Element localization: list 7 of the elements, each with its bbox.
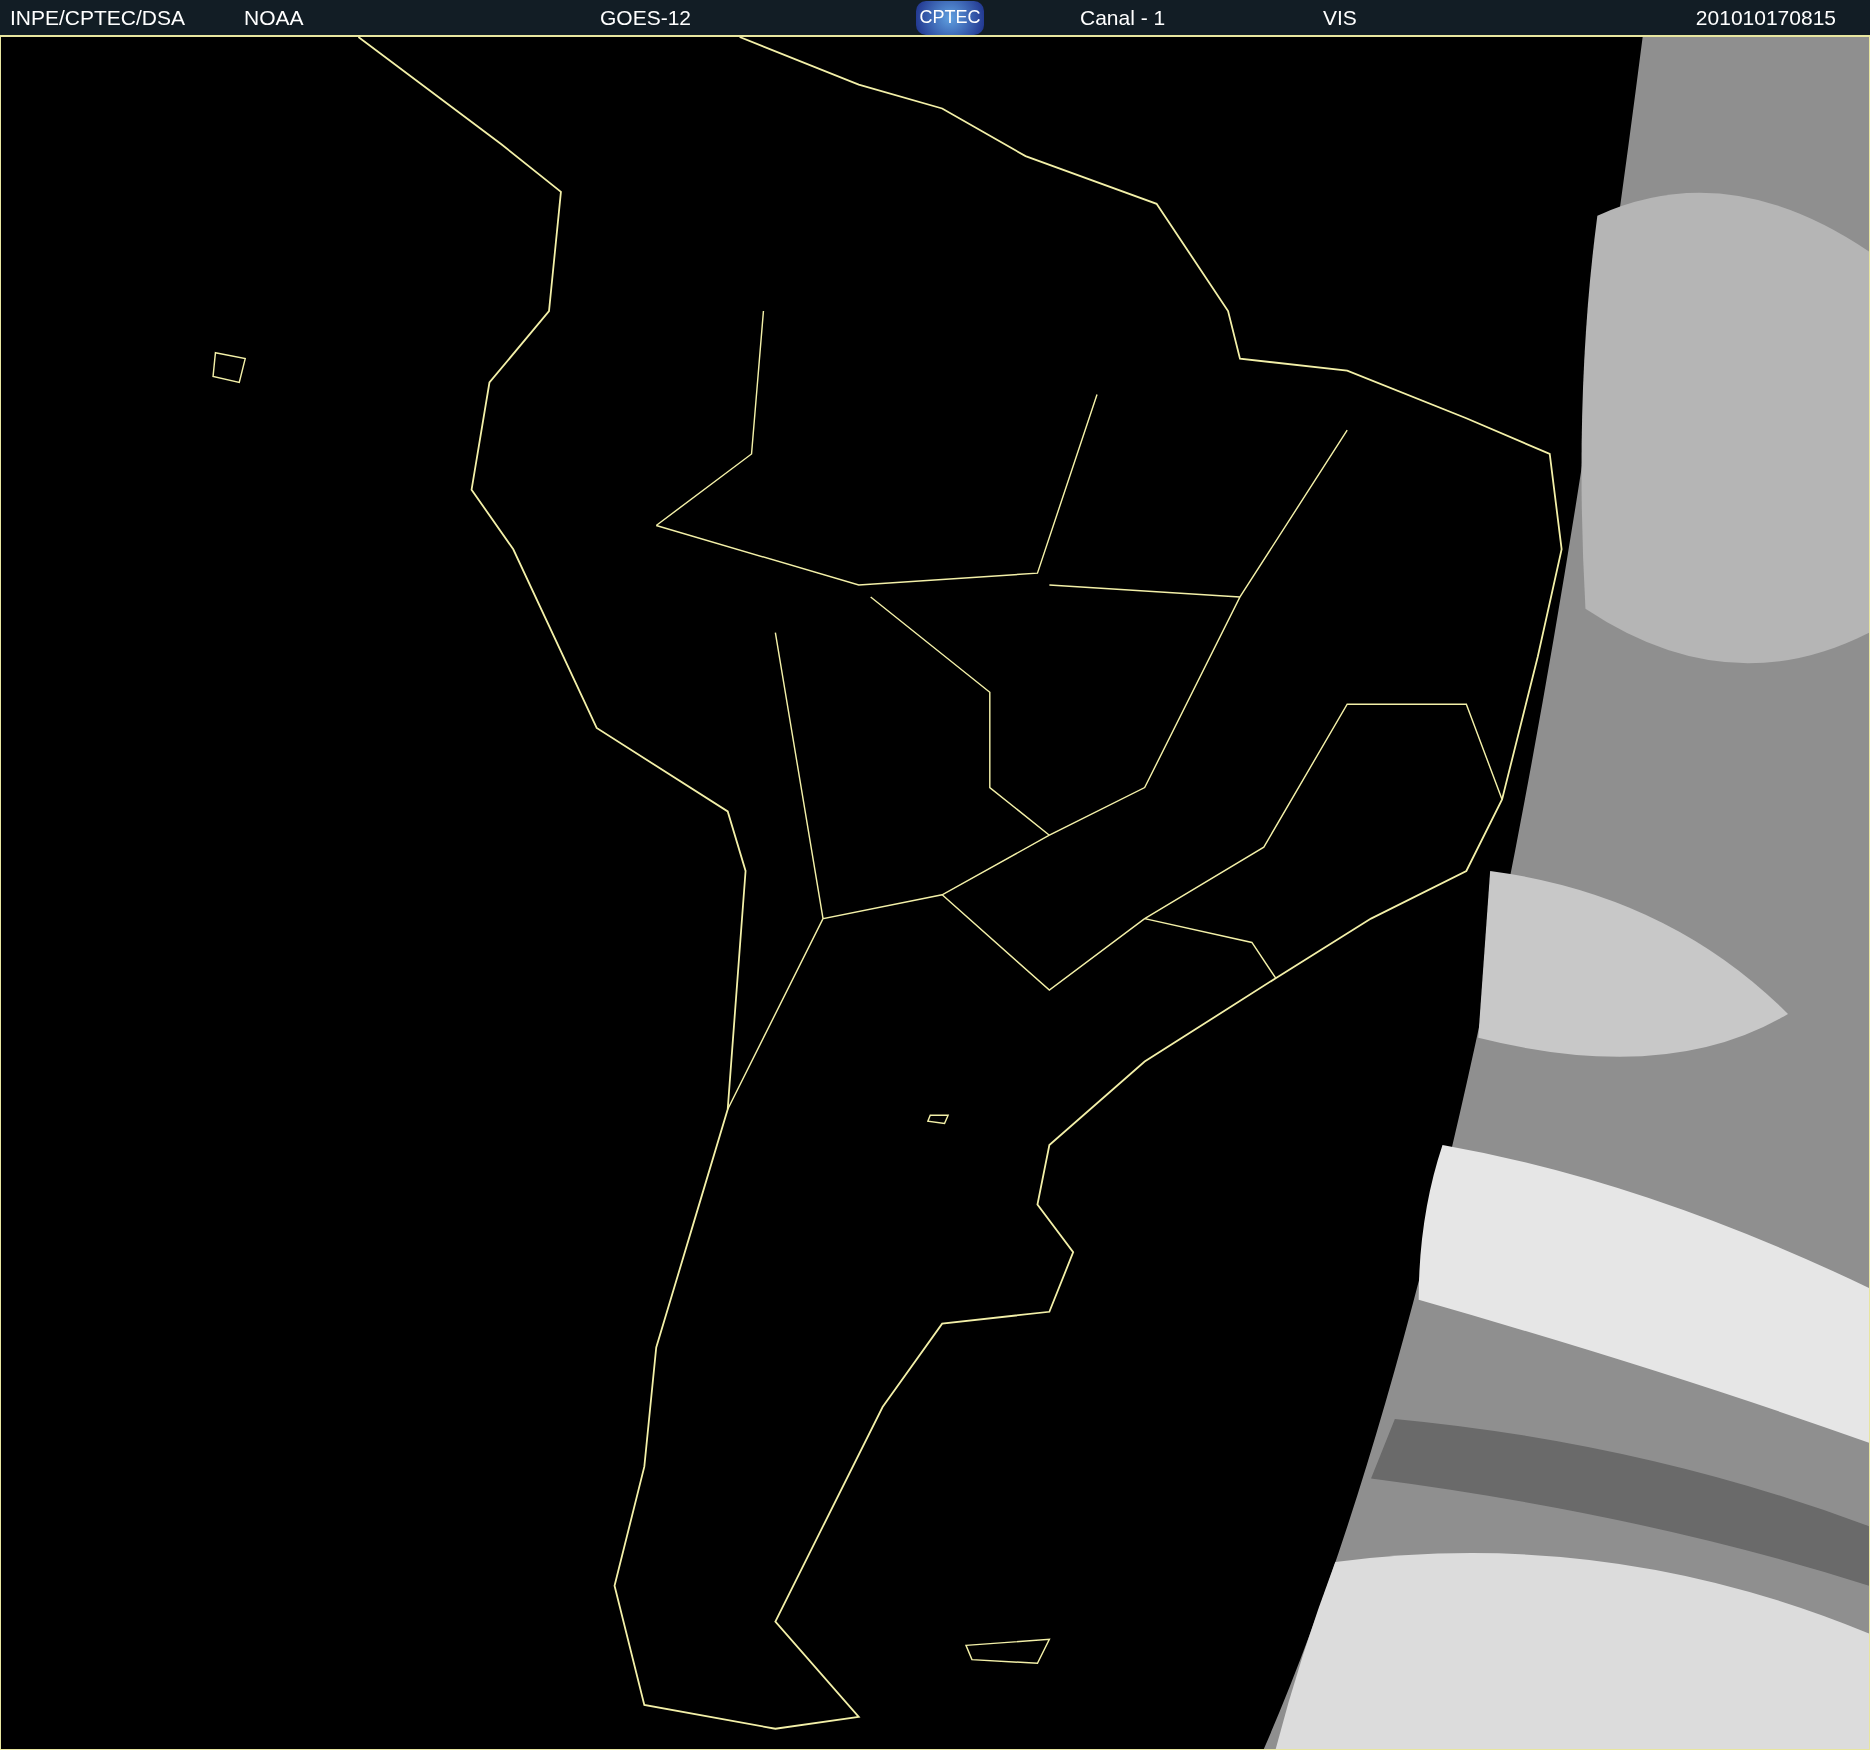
- timestamp-label: 201010170815: [1695, 5, 1836, 29]
- satellite-label: GOES-12: [600, 5, 692, 29]
- channel-label: Canal - 1: [1080, 5, 1166, 29]
- agency-label: NOAA: [244, 5, 304, 29]
- source-label: INPE/CPTEC/DSA: [10, 5, 186, 29]
- logo: CPTEC: [916, 0, 984, 35]
- band-label: VIS: [1323, 5, 1357, 29]
